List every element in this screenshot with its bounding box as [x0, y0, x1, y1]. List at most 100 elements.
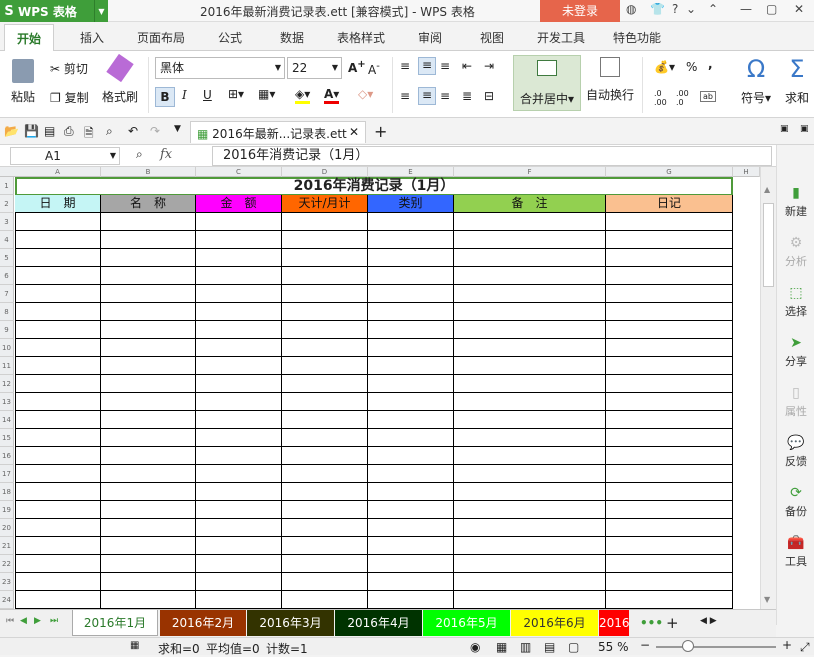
sheet-tab[interactable]: 2016年1月 — [72, 610, 158, 636]
row-header[interactable]: 24 — [0, 591, 14, 609]
data-cell[interactable] — [101, 573, 196, 591]
data-cell[interactable] — [101, 537, 196, 555]
sheet-tab[interactable]: 2016 — [599, 610, 630, 636]
formula-input[interactable]: 2016年消费记录（1月） — [212, 146, 772, 166]
row-header[interactable]: 1 — [0, 177, 14, 195]
tab-developer[interactable]: 开发工具 — [537, 29, 585, 46]
data-cell[interactable] — [15, 447, 101, 465]
data-cell[interactable] — [282, 429, 368, 447]
first-sheet-icon[interactable]: ⏮ — [6, 616, 14, 626]
format-painter-button[interactable]: 格式刷 — [100, 53, 140, 105]
name-box[interactable]: A1 ▼ — [10, 147, 120, 165]
data-cell[interactable] — [454, 555, 606, 573]
column-header[interactable]: H — [733, 167, 760, 177]
percent-button[interactable]: % — [686, 60, 697, 74]
panel-toggle-icon[interactable]: ▣ — [780, 124, 789, 134]
data-cell[interactable] — [368, 573, 454, 591]
data-cell[interactable] — [368, 519, 454, 537]
fullscreen-icon[interactable]: ⤢ — [800, 640, 810, 655]
data-cell[interactable] — [15, 375, 101, 393]
zoom-search-icon[interactable]: ⌕ — [136, 147, 143, 162]
data-cell[interactable] — [454, 213, 606, 231]
reading-mode-icon[interactable]: ▢ — [568, 640, 579, 654]
symbol-button[interactable]: Ω 符号▾ — [738, 55, 774, 106]
data-cell[interactable] — [606, 285, 733, 303]
new-tab-icon[interactable]: + — [374, 122, 387, 141]
column-header[interactable]: E — [368, 167, 454, 177]
login-button[interactable]: 未登录 — [540, 0, 620, 22]
fill-color-icon[interactable]: ◈▾ — [295, 87, 311, 104]
data-cell[interactable] — [101, 285, 196, 303]
data-cell[interactable] — [606, 465, 733, 483]
close-tab-icon[interactable]: ✕ — [349, 125, 359, 139]
zoom-slider[interactable] — [656, 646, 776, 648]
data-cell[interactable] — [101, 447, 196, 465]
feedback-button[interactable]: 💬 反馈 — [777, 435, 814, 469]
data-cell[interactable] — [282, 447, 368, 465]
data-cell[interactable] — [196, 429, 282, 447]
sheet-title-cell[interactable]: 2016年消费记录（1月） — [15, 177, 733, 196]
merge-center-button[interactable]: 合并居中▾ — [513, 55, 581, 111]
row-header[interactable]: 4 — [0, 231, 14, 249]
data-cell[interactable] — [454, 285, 606, 303]
copy-button[interactable]: ❐ 复制 — [50, 89, 89, 106]
save-icon[interactable]: 💾 — [24, 124, 39, 138]
data-cell[interactable] — [101, 483, 196, 501]
data-cell[interactable] — [15, 519, 101, 537]
redo-icon[interactable]: ↷ — [150, 124, 160, 138]
data-cell[interactable] — [196, 411, 282, 429]
data-cell[interactable] — [15, 501, 101, 519]
data-cell[interactable] — [282, 501, 368, 519]
wrap-text-button[interactable]: 自动换行 — [586, 57, 634, 103]
data-cell[interactable] — [606, 375, 733, 393]
new-button[interactable]: ▮ 新建 — [777, 185, 814, 219]
data-cell[interactable] — [368, 447, 454, 465]
data-cell[interactable] — [282, 483, 368, 501]
skin-icon[interactable]: ◍ — [626, 2, 636, 16]
normal-view-icon[interactable]: ▦ — [496, 640, 507, 654]
column-header[interactable]: C — [196, 167, 282, 177]
data-cell[interactable] — [368, 591, 454, 609]
page-layout-icon[interactable]: ▥ — [520, 640, 531, 654]
row-header[interactable]: 9 — [0, 321, 14, 339]
data-cell[interactable] — [368, 231, 454, 249]
data-cell[interactable] — [15, 213, 101, 231]
data-cell[interactable] — [101, 357, 196, 375]
data-cell[interactable] — [15, 537, 101, 555]
wps-app-menu[interactable]: S WPS 表格 ▼ — [0, 0, 108, 22]
data-cell[interactable] — [282, 555, 368, 573]
data-cell[interactable] — [368, 393, 454, 411]
row-header[interactable]: 23 — [0, 573, 14, 591]
data-cell[interactable] — [454, 429, 606, 447]
data-cell[interactable] — [454, 537, 606, 555]
data-cell[interactable] — [282, 357, 368, 375]
close-icon[interactable]: ✕ — [794, 2, 804, 16]
page-break-icon[interactable]: ▤ — [544, 640, 555, 654]
border-icon[interactable]: ⊞▾ — [228, 87, 244, 101]
tab-formula[interactable]: 公式 — [218, 29, 242, 46]
data-cell[interactable] — [282, 285, 368, 303]
data-cell[interactable] — [15, 339, 101, 357]
data-cell[interactable] — [15, 303, 101, 321]
data-cell[interactable] — [101, 213, 196, 231]
data-cell[interactable] — [196, 303, 282, 321]
data-cell[interactable] — [454, 303, 606, 321]
row-header[interactable]: 17 — [0, 465, 14, 483]
row-header[interactable]: 7 — [0, 285, 14, 303]
column-header[interactable]: G — [606, 167, 733, 177]
font-size-select[interactable]: 22 ▼ — [287, 57, 342, 79]
panel-expand-icon[interactable]: ▣ — [800, 124, 809, 134]
add-sheet-icon[interactable]: + — [666, 614, 679, 632]
data-cell[interactable] — [282, 375, 368, 393]
column-header[interactable]: B — [101, 167, 196, 177]
data-cell[interactable] — [196, 231, 282, 249]
data-cell[interactable] — [101, 429, 196, 447]
data-cell[interactable] — [196, 357, 282, 375]
data-cell[interactable] — [368, 537, 454, 555]
data-cell[interactable] — [101, 375, 196, 393]
data-cell[interactable] — [454, 465, 606, 483]
undo-icon[interactable]: ↶ — [128, 124, 138, 138]
align-right-icon[interactable]: ≡ — [440, 89, 450, 103]
italic-button[interactable]: I — [182, 88, 187, 102]
data-cell[interactable] — [196, 447, 282, 465]
